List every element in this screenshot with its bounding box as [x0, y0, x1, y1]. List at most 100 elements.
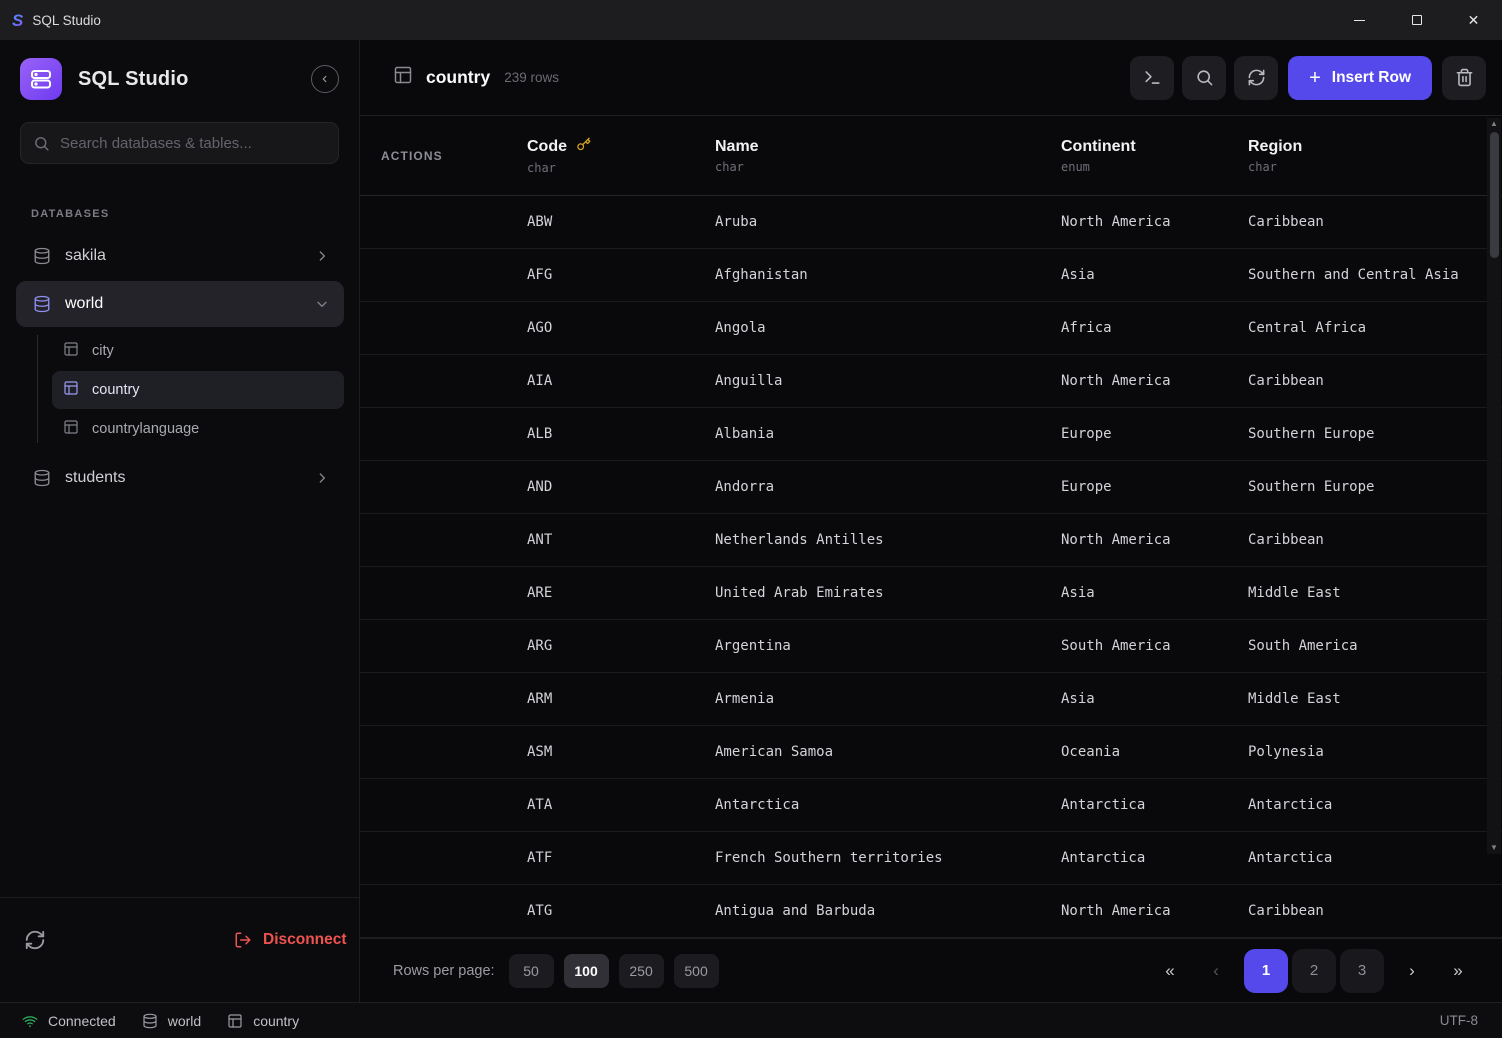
cell-code[interactable]: ARG — [527, 638, 715, 654]
last-page-button[interactable]: » — [1438, 951, 1478, 991]
table-row[interactable]: ATA Antarctica Antarctica Antarctica — [360, 779, 1502, 832]
cell-continent[interactable]: North America — [1061, 532, 1248, 548]
cell-code[interactable]: ARE — [527, 585, 715, 601]
cell-name[interactable]: Aruba — [715, 214, 1061, 230]
sidebar-item-world[interactable]: world — [16, 281, 344, 327]
cell-code[interactable]: ATG — [527, 903, 715, 919]
scroll-up-icon[interactable]: ▲ — [1490, 118, 1498, 130]
column-header-code[interactable]: Code char — [527, 137, 715, 175]
cell-code[interactable]: ATF — [527, 850, 715, 866]
cell-continent[interactable]: Africa — [1061, 320, 1248, 336]
table-row[interactable]: ATF French Southern territories Antarcti… — [360, 832, 1502, 885]
table-row[interactable]: ARG Argentina South America South Americ… — [360, 620, 1502, 673]
vertical-scrollbar[interactable]: ▲ ▼ — [1487, 118, 1501, 854]
disconnect-button[interactable]: Disconnect — [234, 931, 347, 949]
table-row[interactable]: ANT Netherlands Antilles North America C… — [360, 514, 1502, 567]
cell-code[interactable]: AIA — [527, 373, 715, 389]
cell-continent[interactable]: Asia — [1061, 267, 1248, 283]
cell-name[interactable]: Armenia — [715, 691, 1061, 707]
cell-name[interactable]: Afghanistan — [715, 267, 1061, 283]
cell-region[interactable]: Polynesia — [1248, 744, 1502, 760]
cell-name[interactable]: Anguilla — [715, 373, 1061, 389]
refresh-table-button[interactable] — [1234, 56, 1278, 100]
table-row[interactable]: AND Andorra Europe Southern Europe — [360, 461, 1502, 514]
cell-region[interactable]: Southern Europe — [1248, 479, 1502, 495]
cell-continent[interactable]: Antarctica — [1061, 850, 1248, 866]
cell-continent[interactable]: Antarctica — [1061, 797, 1248, 813]
cell-region[interactable]: Caribbean — [1248, 373, 1502, 389]
collapse-sidebar-button[interactable] — [311, 65, 339, 93]
cell-region[interactable]: Southern and Central Asia — [1248, 267, 1502, 283]
cell-name[interactable]: Antarctica — [715, 797, 1061, 813]
cell-code[interactable]: AND — [527, 479, 715, 495]
cell-region[interactable]: Caribbean — [1248, 532, 1502, 548]
table-row[interactable]: ABW Aruba North America Caribbean — [360, 196, 1502, 249]
cell-code[interactable]: AFG — [527, 267, 715, 283]
table-row[interactable]: ARM Armenia Asia Middle East — [360, 673, 1502, 726]
cell-continent[interactable]: North America — [1061, 373, 1248, 389]
cell-region[interactable]: Caribbean — [1248, 903, 1502, 919]
column-header-name[interactable]: Name char — [715, 138, 1061, 174]
cell-continent[interactable]: North America — [1061, 214, 1248, 230]
table-row[interactable]: ARE United Arab Emirates Asia Middle Eas… — [360, 567, 1502, 620]
cell-name[interactable]: French Southern territories — [715, 850, 1061, 866]
cell-code[interactable]: ANT — [527, 532, 715, 548]
cell-continent[interactable]: Asia — [1061, 585, 1248, 601]
maximize-button[interactable] — [1388, 0, 1445, 40]
page-button-1[interactable]: 1 — [1244, 949, 1288, 993]
cell-region[interactable]: Caribbean — [1248, 214, 1502, 230]
rows-per-page-option-50[interactable]: 50 — [509, 954, 554, 988]
cell-continent[interactable]: North America — [1061, 903, 1248, 919]
cell-name[interactable]: Netherlands Antilles — [715, 532, 1061, 548]
insert-row-button[interactable]: + Insert Row — [1288, 56, 1432, 100]
close-button[interactable]: ✕ — [1445, 0, 1502, 40]
cell-continent[interactable]: Europe — [1061, 426, 1248, 442]
page-button-2[interactable]: 2 — [1292, 949, 1336, 993]
cell-region[interactable]: Central Africa — [1248, 320, 1502, 336]
cell-code[interactable]: ABW — [527, 214, 715, 230]
cell-name[interactable]: Andorra — [715, 479, 1061, 495]
cell-name[interactable]: Argentina — [715, 638, 1061, 654]
cell-name[interactable]: Antigua and Barbuda — [715, 903, 1061, 919]
next-page-button[interactable]: › — [1392, 951, 1432, 991]
minimize-button[interactable] — [1331, 0, 1388, 40]
sidebar-item-table-city[interactable]: city — [52, 332, 344, 370]
scroll-down-icon[interactable]: ▼ — [1490, 842, 1498, 854]
cell-region[interactable]: Middle East — [1248, 585, 1502, 601]
cell-continent[interactable]: Oceania — [1061, 744, 1248, 760]
delete-rows-button[interactable] — [1442, 56, 1486, 100]
cell-code[interactable]: ASM — [527, 744, 715, 760]
cell-name[interactable]: Angola — [715, 320, 1061, 336]
sidebar-item-table-country[interactable]: country — [52, 371, 344, 409]
column-header-region[interactable]: Region char — [1248, 138, 1502, 174]
search-input[interactable] — [60, 135, 326, 152]
table-row[interactable]: AGO Angola Africa Central Africa — [360, 302, 1502, 355]
table-row[interactable]: AFG Afghanistan Asia Southern and Centra… — [360, 249, 1502, 302]
sidebar-item-students[interactable]: students — [16, 455, 344, 501]
cell-region[interactable]: Antarctica — [1248, 797, 1502, 813]
sidebar-search[interactable] — [20, 122, 339, 164]
rows-per-page-option-250[interactable]: 250 — [619, 954, 664, 988]
scrollbar-thumb[interactable] — [1490, 132, 1499, 258]
sql-console-button[interactable] — [1130, 56, 1174, 100]
cell-continent[interactable]: Asia — [1061, 691, 1248, 707]
cell-continent[interactable]: Europe — [1061, 479, 1248, 495]
cell-code[interactable]: ATA — [527, 797, 715, 813]
cell-code[interactable]: ARM — [527, 691, 715, 707]
cell-region[interactable]: Southern Europe — [1248, 426, 1502, 442]
rows-per-page-option-100[interactable]: 100 — [564, 954, 609, 988]
cell-region[interactable]: South America — [1248, 638, 1502, 654]
rows-per-page-option-500[interactable]: 500 — [674, 954, 719, 988]
search-table-button[interactable] — [1182, 56, 1226, 100]
cell-name[interactable]: Albania — [715, 426, 1061, 442]
cell-code[interactable]: ALB — [527, 426, 715, 442]
cell-name[interactable]: American Samoa — [715, 744, 1061, 760]
table-row[interactable]: ATG Antigua and Barbuda North America Ca… — [360, 885, 1502, 938]
cell-region[interactable]: Antarctica — [1248, 850, 1502, 866]
cell-continent[interactable]: South America — [1061, 638, 1248, 654]
page-button-3[interactable]: 3 — [1340, 949, 1384, 993]
refresh-databases-button[interactable] — [24, 929, 46, 951]
sidebar-item-sakila[interactable]: sakila — [16, 233, 344, 279]
first-page-button[interactable]: « — [1150, 951, 1190, 991]
cell-region[interactable]: Middle East — [1248, 691, 1502, 707]
